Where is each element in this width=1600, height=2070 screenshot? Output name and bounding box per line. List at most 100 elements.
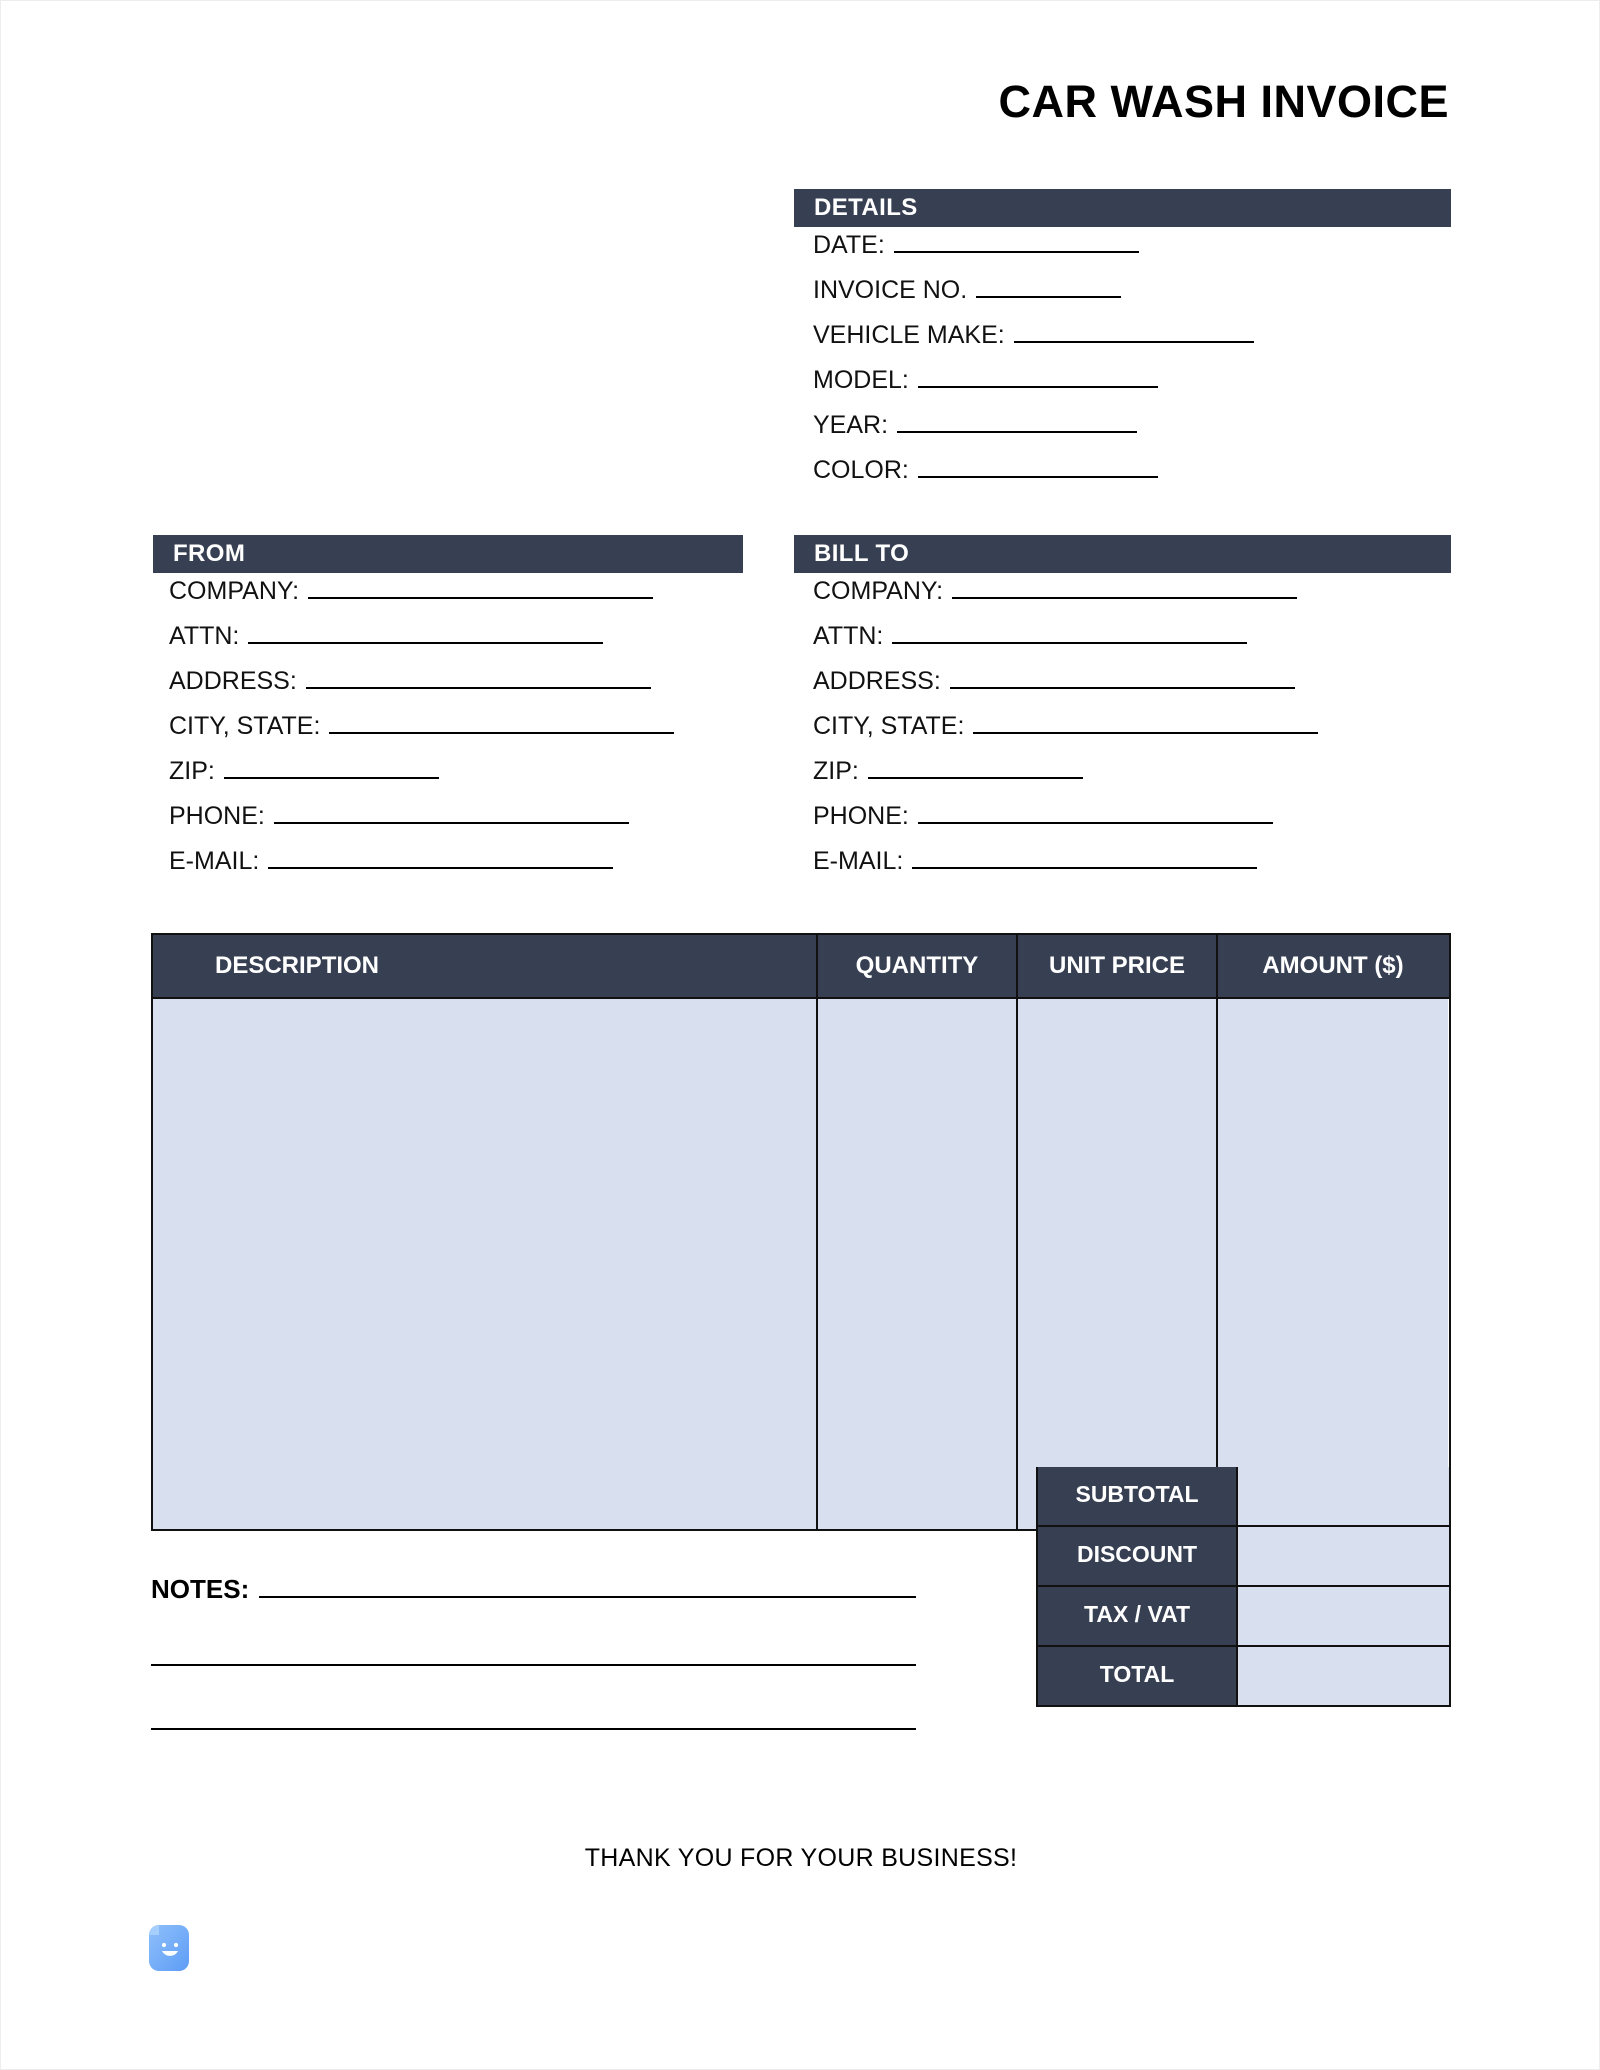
totals-row: SUBTOTAL bbox=[1038, 1467, 1449, 1525]
field-input-line[interactable] bbox=[268, 850, 614, 869]
field-row: ATTN: bbox=[813, 624, 1453, 669]
column-header-unit-price: UNIT PRICE bbox=[1018, 935, 1218, 997]
field-label: MODEL: bbox=[813, 366, 909, 394]
field-row: ATTN: bbox=[169, 624, 769, 669]
field-row: COMPANY: bbox=[813, 579, 1453, 624]
notes-extra-lines bbox=[151, 1602, 916, 1730]
column-header-quantity: QUANTITY bbox=[818, 935, 1018, 997]
field-label: PHONE: bbox=[813, 802, 909, 830]
field-label: ZIP: bbox=[813, 757, 859, 785]
notes-first-line: NOTES: bbox=[151, 1576, 916, 1602]
field-input-line[interactable] bbox=[917, 369, 1158, 388]
field-label: ZIP: bbox=[169, 757, 215, 785]
field-input-line[interactable] bbox=[893, 234, 1139, 253]
field-label: ADDRESS: bbox=[169, 667, 297, 695]
field-input-line[interactable] bbox=[976, 279, 1122, 298]
field-row: DATE: bbox=[813, 233, 1453, 278]
field-row: E-MAIL: bbox=[169, 849, 769, 894]
document-smile-icon bbox=[145, 1919, 201, 1977]
field-label: DATE: bbox=[813, 231, 885, 259]
field-label: ATTN: bbox=[813, 622, 884, 650]
field-input-line[interactable] bbox=[308, 580, 654, 599]
totals-label: TAX / VAT bbox=[1038, 1587, 1237, 1645]
line-items-table: DESCRIPTION QUANTITY UNIT PRICE AMOUNT (… bbox=[151, 933, 1451, 1531]
column-header-amount: AMOUNT ($) bbox=[1262, 952, 1404, 979]
field-input-line[interactable] bbox=[897, 414, 1138, 433]
field-row: MODEL: bbox=[813, 368, 1453, 413]
from-field-list: COMPANY: ATTN: ADDRESS: CITY, STATE: ZIP: PHO… bbox=[169, 579, 769, 894]
field-label: ADDRESS: bbox=[813, 667, 941, 695]
amount-entry-cell[interactable] bbox=[1218, 999, 1448, 1529]
from-section-header: FROM bbox=[153, 535, 743, 573]
field-row: VEHICLE MAKE: bbox=[813, 323, 1453, 368]
totals-value-cell[interactable] bbox=[1236, 1647, 1449, 1705]
unit-price-entry-cell[interactable] bbox=[1018, 999, 1218, 1529]
column-header-description: DESCRIPTION bbox=[153, 935, 818, 997]
table-entry-area bbox=[153, 997, 1449, 1529]
field-label: COMPANY: bbox=[169, 577, 300, 605]
field-label: COLOR: bbox=[813, 456, 909, 484]
field-row: ADDRESS: bbox=[813, 669, 1453, 714]
description-entry-cell[interactable] bbox=[153, 999, 818, 1529]
field-label: CITY, STATE: bbox=[169, 712, 321, 740]
totals-row: TAX / VAT bbox=[1038, 1585, 1449, 1645]
field-row: COMPANY: bbox=[169, 579, 769, 624]
notes-input-line[interactable] bbox=[259, 1578, 916, 1598]
field-label: COMPANY: bbox=[813, 577, 944, 605]
totals-label: TOTAL bbox=[1038, 1647, 1237, 1705]
details-section-header: DETAILS bbox=[794, 189, 1451, 227]
field-label: VEHICLE MAKE: bbox=[813, 321, 1005, 349]
field-input-line[interactable] bbox=[973, 715, 1319, 734]
field-input-line[interactable] bbox=[305, 670, 651, 689]
field-row: ADDRESS: bbox=[169, 669, 769, 714]
invoice-page: CAR WASH INVOICE DETAILS DATE: INVOICE NO… bbox=[0, 0, 1600, 2070]
field-row: ZIP: bbox=[169, 759, 769, 804]
totals-label: DISCOUNT bbox=[1038, 1527, 1237, 1585]
field-input-line[interactable] bbox=[329, 715, 675, 734]
table-header-row: DESCRIPTION QUANTITY UNIT PRICE AMOUNT (… bbox=[153, 935, 1449, 997]
bill-to-field-list: COMPANY: ATTN: ADDRESS: CITY, STATE: ZIP: PHO… bbox=[813, 579, 1453, 894]
notes-section: NOTES: bbox=[151, 1576, 916, 1730]
notes-input-line[interactable] bbox=[151, 1666, 916, 1730]
field-label: E-MAIL: bbox=[813, 847, 904, 875]
details-field-list: DATE: INVOICE NO. VEHICLE MAKE: MODEL: YEAR:… bbox=[813, 233, 1453, 503]
field-input-line[interactable] bbox=[892, 625, 1248, 644]
field-row: PHONE: bbox=[813, 804, 1453, 849]
field-row: E-MAIL: bbox=[813, 849, 1453, 894]
notes-label: NOTES: bbox=[151, 1574, 250, 1604]
totals-value-cell[interactable] bbox=[1236, 1587, 1449, 1645]
field-input-line[interactable] bbox=[917, 805, 1273, 824]
field-input-line[interactable] bbox=[952, 580, 1298, 599]
totals-value-cell[interactable] bbox=[1236, 1527, 1449, 1585]
totals-row: DISCOUNT bbox=[1038, 1525, 1449, 1585]
field-input-line[interactable] bbox=[223, 760, 439, 779]
field-label: E-MAIL: bbox=[169, 847, 260, 875]
field-label: ATTN: bbox=[169, 622, 240, 650]
totals-value-cell[interactable] bbox=[1236, 1467, 1449, 1525]
field-input-line[interactable] bbox=[273, 805, 629, 824]
field-row: INVOICE NO. bbox=[813, 278, 1453, 323]
field-row: CITY, STATE: bbox=[169, 714, 769, 759]
notes-input-line[interactable] bbox=[151, 1602, 916, 1666]
field-input-line[interactable] bbox=[917, 459, 1158, 478]
field-input-line[interactable] bbox=[949, 670, 1295, 689]
bill-to-section-header: BILL TO bbox=[794, 535, 1451, 573]
field-row: ZIP: bbox=[813, 759, 1453, 804]
field-input-line[interactable] bbox=[1013, 324, 1254, 343]
thank-you-message: THANK YOU FOR YOUR BUSINESS! bbox=[584, 1844, 1018, 1872]
field-label: INVOICE NO. bbox=[813, 276, 968, 304]
totals-row: TOTAL bbox=[1038, 1645, 1449, 1705]
field-label: PHONE: bbox=[169, 802, 265, 830]
field-row: YEAR: bbox=[813, 413, 1453, 458]
totals-label: SUBTOTAL bbox=[1038, 1467, 1237, 1525]
field-input-line[interactable] bbox=[912, 850, 1258, 869]
field-row: PHONE: bbox=[169, 804, 769, 849]
field-input-line[interactable] bbox=[248, 625, 604, 644]
quantity-entry-cell[interactable] bbox=[818, 999, 1018, 1529]
totals-block: SUBTOTAL DISCOUNT TAX / VAT TOTAL bbox=[1036, 1467, 1451, 1707]
field-row: CITY, STATE: bbox=[813, 714, 1453, 759]
field-label: YEAR: bbox=[813, 411, 889, 439]
page-title: CAR WASH INVOICE bbox=[998, 76, 1449, 127]
field-label: CITY, STATE: bbox=[813, 712, 965, 740]
field-input-line[interactable] bbox=[867, 760, 1083, 779]
